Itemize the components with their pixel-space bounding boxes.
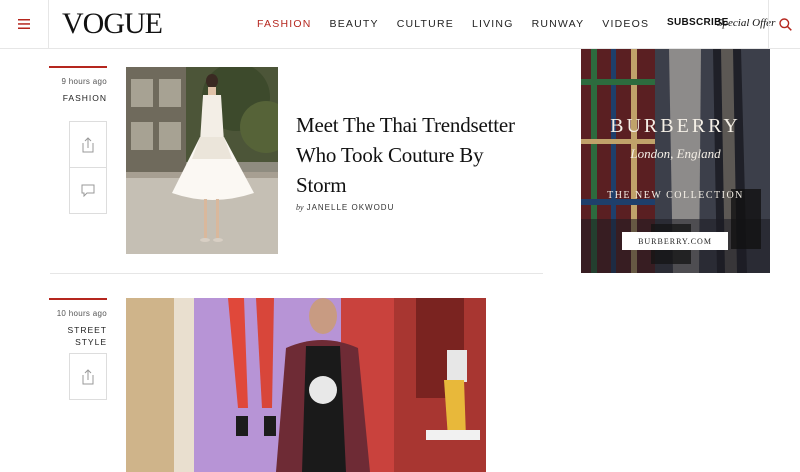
hamburger-menu-icon — [18, 19, 30, 29]
nav-fashion[interactable]: FASHION — [257, 18, 312, 30]
site-header: VOGUE FASHION BEAUTY CULTURE LIVING RUNW… — [0, 0, 800, 49]
meta-accent-rule — [49, 298, 107, 300]
thumbnail-photo — [126, 298, 486, 472]
article-divider — [50, 273, 543, 274]
search-icon — [778, 17, 792, 31]
special-offer-link[interactable]: Special Offer — [717, 17, 775, 29]
article-thumbnail[interactable] — [126, 67, 278, 254]
article-category[interactable]: STREET STYLE — [49, 324, 107, 348]
ad-collection: THE NEW COLLECTION — [607, 190, 744, 201]
thumbnail-photo — [126, 67, 278, 254]
article-meta: 9 hours ago FASHION — [49, 66, 107, 104]
article-meta: 10 hours ago STREET STYLE — [49, 298, 107, 348]
ad-cta-button[interactable]: BURBERRY.COM — [622, 232, 728, 250]
ad-city: London, England — [630, 146, 721, 161]
meta-accent-rule — [49, 66, 107, 68]
comment-icon — [81, 184, 95, 197]
share-button[interactable] — [70, 122, 106, 167]
article-actions — [69, 121, 107, 214]
article-thumbnail[interactable] — [126, 298, 486, 472]
nav-culture[interactable]: CULTURE — [397, 18, 454, 30]
nav-beauty[interactable]: BEAUTY — [330, 18, 379, 30]
article-category[interactable]: FASHION — [49, 92, 107, 104]
article-headline[interactable]: Meet The Thai Trendsetter Who Took Coutu… — [296, 110, 526, 200]
main-nav: FASHION BEAUTY CULTURE LIVING RUNWAY VID… — [257, 18, 667, 30]
nav-living[interactable]: LIVING — [472, 18, 514, 30]
author-name[interactable]: JANELLE OKWODU — [307, 203, 395, 212]
burberry-advertisement[interactable]: BURBERRY London, England THE NEW COLLECT… — [581, 49, 770, 273]
comment-button[interactable] — [70, 167, 106, 213]
search-button[interactable] — [768, 0, 800, 48]
article-timestamp: 10 hours ago — [56, 309, 107, 318]
menu-button[interactable] — [0, 0, 49, 48]
share-icon — [82, 136, 94, 152]
vogue-logo[interactable]: VOGUE — [62, 9, 163, 39]
article-timestamp: 9 hours ago — [61, 77, 107, 86]
article-actions — [69, 353, 107, 400]
nav-runway[interactable]: RUNWAY — [532, 18, 585, 30]
share-button[interactable] — [70, 354, 106, 399]
article-byline: by JANELLE OKWODU — [296, 203, 394, 212]
nav-videos[interactable]: VIDEOS — [602, 18, 649, 30]
share-icon — [82, 368, 94, 384]
ad-brand-name: BURBERRY — [610, 115, 741, 137]
byline-prefix: by — [296, 203, 304, 212]
